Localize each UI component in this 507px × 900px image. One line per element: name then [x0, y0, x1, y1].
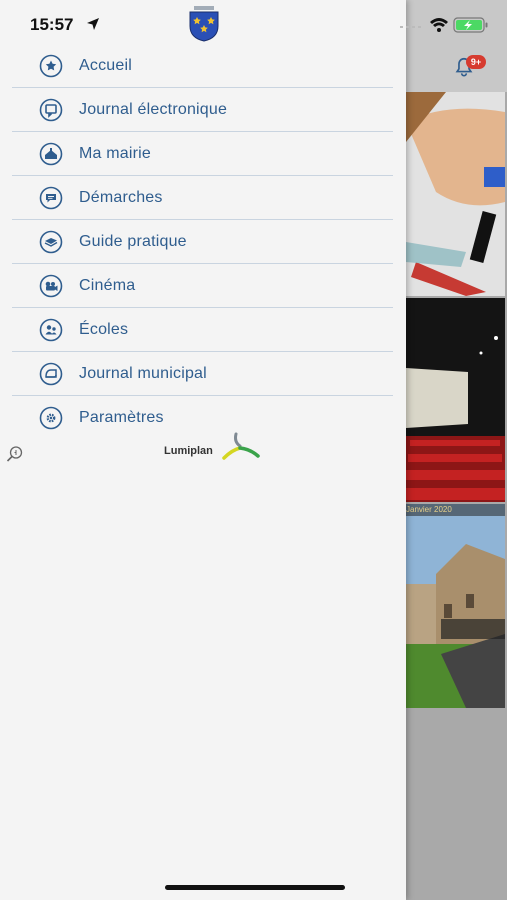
- brand-name: Lumiplan: [164, 445, 213, 457]
- guide-icon: [39, 230, 63, 253]
- school-icon: [39, 318, 63, 341]
- home-indicator[interactable]: [165, 885, 345, 890]
- background-photo-writing[interactable]: [406, 92, 505, 296]
- menu-label: Écoles: [79, 320, 129, 338]
- lumiplan-logo: Lumiplan: [164, 432, 264, 462]
- navigation-menu: Accueil Journal électronique Ma mairie D…: [12, 44, 393, 439]
- menu-item-ma-mairie[interactable]: Ma mairie: [12, 132, 393, 176]
- signal-icon: [400, 26, 421, 28]
- menu-label: Journal municipal: [79, 364, 207, 382]
- navigation-drawer: 15:57 Accueil Journal électronique Ma ma…: [0, 0, 488, 900]
- menu-label: Accueil: [79, 56, 132, 74]
- newspaper-icon: [39, 362, 63, 385]
- menu-label: Guide pratique: [79, 232, 187, 250]
- notification-badge: 9+: [466, 55, 486, 69]
- photo-caption: Janvier 2020: [406, 504, 505, 516]
- background-photo-cinema[interactable]: [406, 298, 505, 502]
- menu-item-demarches[interactable]: Démarches: [12, 176, 393, 220]
- menu-item-accueil[interactable]: Accueil: [12, 44, 393, 88]
- lumiplan-mark-icon: [222, 432, 260, 460]
- town-hall-icon: [39, 142, 63, 165]
- chat-icon: [39, 186, 63, 209]
- city-crest-logo: [189, 6, 219, 42]
- menu-label: Ma mairie: [79, 144, 152, 162]
- menu-label: Démarches: [79, 188, 163, 206]
- star-icon: [39, 54, 63, 77]
- status-time: 15:57: [30, 15, 74, 34]
- camera-icon: [39, 274, 63, 297]
- settings-icon: [39, 406, 63, 429]
- background-photo-village[interactable]: Janvier 2020: [406, 504, 505, 708]
- wifi-icon: [430, 18, 448, 32]
- zoom-icon[interactable]: [6, 445, 24, 463]
- screen-icon: [39, 98, 63, 121]
- battery-icon: [453, 17, 488, 33]
- menu-label: Cinéma: [79, 276, 136, 294]
- menu-label: Paramètres: [79, 408, 164, 426]
- menu-item-cinema[interactable]: Cinéma: [12, 264, 393, 308]
- menu-label: Journal électronique: [79, 100, 228, 118]
- location-arrow-icon: [87, 18, 99, 30]
- menu-item-ecoles[interactable]: Écoles: [12, 308, 393, 352]
- status-icons: [400, 17, 488, 33]
- menu-item-journal-electronique[interactable]: Journal électronique: [12, 88, 393, 132]
- menu-item-journal-municipal[interactable]: Journal municipal: [12, 352, 393, 396]
- menu-item-guide-pratique[interactable]: Guide pratique: [12, 220, 393, 264]
